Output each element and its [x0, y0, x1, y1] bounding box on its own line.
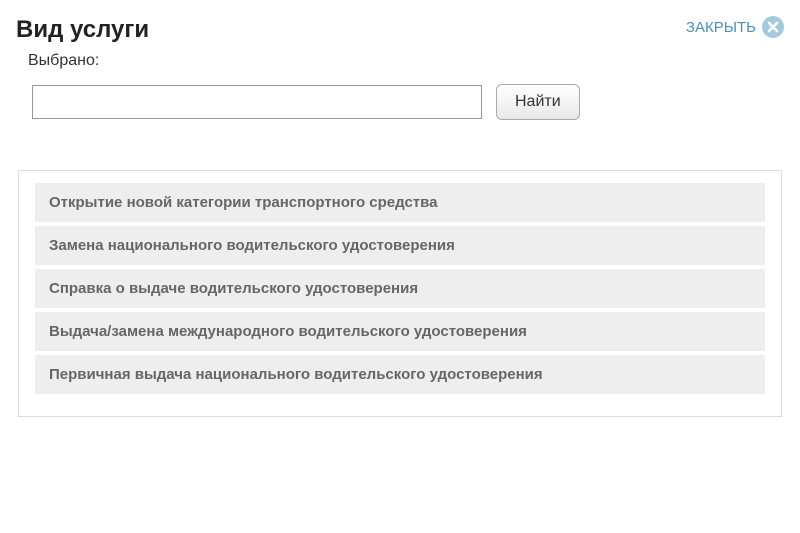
search-input[interactable]: [32, 85, 482, 119]
service-list: Открытие новой категории транспортного с…: [18, 170, 782, 417]
list-item[interactable]: Замена национального водительского удост…: [35, 226, 765, 265]
list-item[interactable]: Открытие новой категории транспортного с…: [35, 183, 765, 222]
list-item[interactable]: Первичная выдача национального водительс…: [35, 355, 765, 394]
search-button[interactable]: Найти: [496, 84, 580, 120]
page-title: Вид услуги: [16, 16, 149, 44]
list-item[interactable]: Справка о выдаче водительского удостовер…: [35, 269, 765, 308]
list-item[interactable]: Выдача/замена международного водительско…: [35, 312, 765, 351]
selected-label: Выбрано:: [28, 52, 784, 70]
header-row: Вид услуги ЗАКРЫТЬ: [16, 16, 784, 44]
close-icon: [762, 16, 784, 38]
search-row: Найти: [32, 84, 784, 120]
close-button[interactable]: ЗАКРЫТЬ: [686, 16, 784, 38]
close-label: ЗАКРЫТЬ: [686, 19, 756, 36]
